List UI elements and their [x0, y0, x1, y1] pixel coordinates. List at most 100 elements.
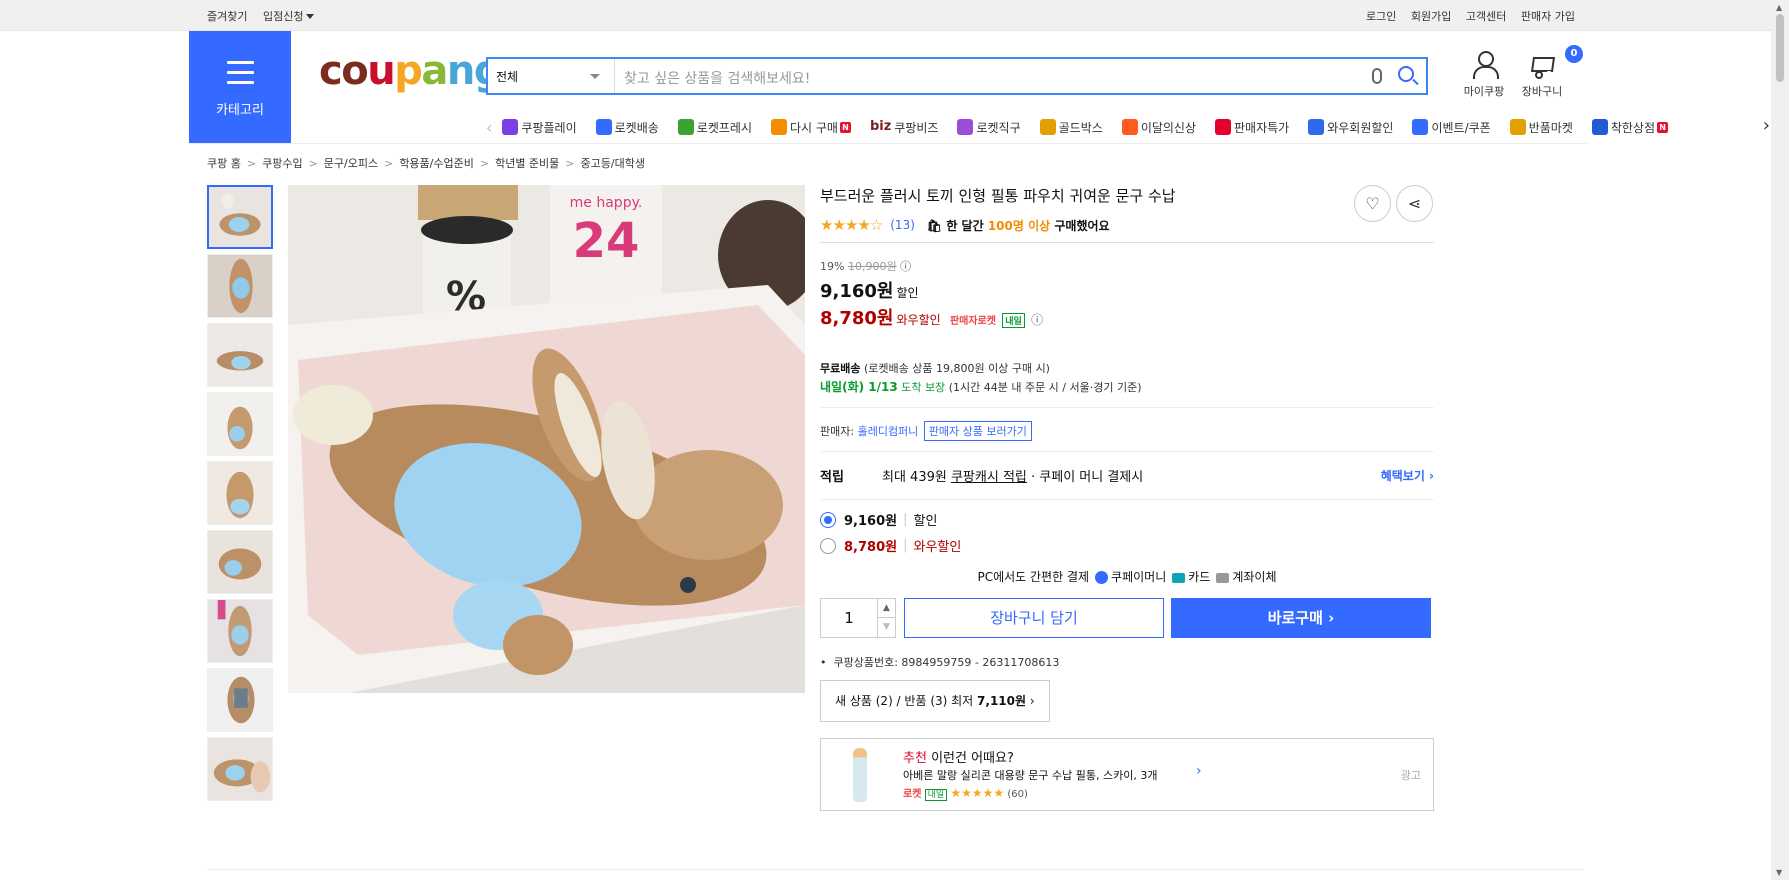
thumbnail[interactable] — [207, 254, 273, 318]
benefits-label: 혜택보기 — [1380, 469, 1425, 483]
play-icon — [502, 119, 519, 135]
decrease-icon[interactable]: ▼ — [877, 618, 895, 637]
nav-item[interactable]: 와우회원할인 — [1308, 119, 1393, 136]
nav-item[interactable]: 로켓프레시 — [677, 119, 752, 136]
new-return-label: 새 상품 (2) / 반품 (3) 최저 — [835, 694, 974, 708]
divider — [820, 242, 1434, 243]
thumbnail[interactable] — [207, 530, 273, 594]
nav-item-label: 반품마켓 — [1528, 120, 1573, 135]
radio-selected[interactable] — [820, 511, 836, 528]
thumbnail-list — [207, 185, 273, 806]
main-product-image: 24 me happy. % — [288, 185, 818, 693]
buy-now-label: 바로구매 — [1267, 609, 1323, 627]
signup-link[interactable]: 회원가입 — [1411, 10, 1451, 23]
review-count-link[interactable]: (13) — [890, 218, 915, 232]
nav-item[interactable]: 판매자특가 — [1215, 119, 1289, 136]
breadcrumb-item[interactable]: 문구/오피스 — [324, 157, 378, 170]
svg-text:24: 24 — [573, 213, 640, 269]
delivery-note: (1시간 44분 내 주문 시 / 서울·경기 기준) — [948, 381, 1142, 394]
breadcrumb-item[interactable]: 쿠팡수입 — [262, 157, 302, 170]
nav-prev-arrow-icon[interactable]: ‹ — [486, 118, 492, 137]
share-icon[interactable]: ⋖ — [1396, 185, 1433, 222]
quantity-value[interactable]: 1 — [844, 609, 854, 627]
seller-name-link[interactable]: 홀레디컴퍼니 — [858, 425, 919, 438]
recommend-item-name[interactable]: 아베른 말랑 실리콘 대용량 문구 수납 필통, 스카이, 3개 — [903, 767, 1157, 783]
add-to-cart-button[interactable]: 장바구니 담기 — [904, 598, 1164, 638]
nav-item[interactable]: 이벤트/쿠폰 — [1412, 119, 1491, 136]
breadcrumb-item[interactable]: 쿠팡 홈 — [207, 157, 241, 170]
nav-item[interactable]: 다시 구매 N — [770, 119, 851, 136]
seller-apply-link[interactable]: 입점신청 — [263, 10, 326, 23]
benefits-link[interactable]: 혜택보기 › — [1381, 467, 1434, 484]
nav-item[interactable]: 로켓배송 — [595, 119, 659, 136]
option-wow[interactable]: 8,780원 | 와우할인 — [820, 536, 1434, 555]
recommendation-card[interactable]: 추천 이런건 어때요? 아베른 말랑 실리콘 대용량 문구 수납 필통, 스카이… — [820, 738, 1434, 811]
nav-item[interactable]: 착한상점 N — [1591, 119, 1669, 136]
search-icon[interactable] — [1398, 66, 1414, 82]
customer-center-link[interactable]: 고객센터 — [1466, 10, 1506, 23]
chevron-right-icon[interactable]: › — [1196, 763, 1202, 779]
rating-row: ★★★★☆ (13) 🛍 한 달간 100명 이상 구매했어요 — [820, 216, 1434, 234]
coupang-cash-link[interactable]: 쿠팡캐시 적립 — [951, 466, 1027, 485]
seller-products-button[interactable]: 판매자 상품 보러가기 — [923, 421, 1032, 441]
thumbnail[interactable] — [207, 737, 273, 801]
bookmark-link[interactable]: 즐겨찾기 — [207, 10, 247, 23]
lowest-price: 7,110원 — [977, 694, 1027, 708]
mycoupang-label: 마이쿠팡 — [1463, 85, 1505, 98]
thumbnail[interactable] — [207, 323, 273, 387]
coupang-logo[interactable]: coupang — [319, 48, 502, 94]
nav-item[interactable]: biz 쿠팡비즈 — [870, 119, 939, 136]
nav-item[interactable]: 이달의신상 — [1121, 119, 1196, 136]
increase-icon[interactable]: ▲ — [877, 599, 895, 618]
buy-now-button[interactable]: 바로구매 › — [1171, 598, 1431, 638]
category-label: 카테고리 — [216, 103, 264, 118]
nav-item[interactable]: 쿠팡플레이 — [502, 119, 577, 136]
nav-next-arrow-icon[interactable]: › — [1763, 115, 1770, 136]
login-link[interactable]: 로그인 — [1366, 10, 1396, 23]
breadcrumb-separator-icon: > — [565, 157, 575, 170]
category-button[interactable]: 카테고리 — [189, 31, 291, 143]
product-title: 부드러운 플러시 토끼 인형 필통 파우치 귀여운 문구 수납 — [820, 187, 1176, 205]
breadcrumb-item[interactable]: 중고등/대학생 — [581, 157, 645, 170]
scrollbar[interactable]: ▲ ▼ — [1771, 0, 1789, 880]
thumbnail[interactable] — [207, 185, 273, 249]
search-category-select[interactable]: 전체 — [488, 59, 615, 93]
thumbnail[interactable] — [207, 668, 273, 732]
rocket-fresh-icon — [677, 119, 694, 135]
nav-item[interactable]: 반품마켓 — [1509, 119, 1573, 136]
chevron-down-icon — [590, 74, 600, 79]
nav-item[interactable]: 로켓직구 — [957, 119, 1021, 136]
microphone-icon[interactable] — [1372, 68, 1382, 84]
search-category-value: 전체 — [496, 70, 519, 84]
wishlist-heart-icon[interactable]: ♡ — [1354, 185, 1391, 222]
nav-item-label: 와우회원할인 — [1327, 120, 1394, 135]
scroll-up-arrow-icon[interactable]: ▲ — [1776, 3, 1782, 12]
recommend-product-image — [853, 748, 867, 802]
thumbnail[interactable] — [207, 461, 273, 525]
search-input[interactable]: 찾고 싶은 상품을 검색해보세요! — [624, 68, 810, 88]
scroll-down-arrow-icon[interactable]: ▼ — [1776, 868, 1782, 877]
mycoupang-button[interactable]: 마이쿠팡 — [1459, 51, 1509, 99]
thumbnail[interactable] — [207, 392, 273, 456]
breadcrumb-item[interactable]: 학용품/수업준비 — [399, 157, 474, 170]
cart-button[interactable]: 0 장바구니 — [1517, 45, 1583, 99]
sale-price: 9,160원 할인 — [820, 277, 1434, 303]
option-sale[interactable]: 9,160원 | 할인 — [820, 510, 1434, 529]
breadcrumb-item[interactable]: 학년별 준비물 — [495, 157, 559, 170]
new-return-options-button[interactable]: 새 상품 (2) / 반품 (3) 최저 7,110원 › — [820, 680, 1050, 722]
option-price: 8,780원 — [844, 540, 898, 555]
original-price: 10,900원 — [847, 260, 897, 273]
recommend-title-red: 추천 — [903, 751, 927, 766]
info-icon[interactable]: ⓘ — [900, 260, 911, 273]
radio-unselected[interactable] — [820, 537, 836, 554]
quantity-stepper[interactable]: 1 ▲ ▼ — [820, 598, 896, 638]
rocket-icon — [595, 119, 612, 135]
info-icon[interactable]: ⓘ — [1031, 313, 1043, 327]
scrollbar-thumb[interactable] — [1776, 14, 1784, 82]
nav-item-label: 이벤트/쿠폰 — [1431, 120, 1491, 135]
seller-signup-link[interactable]: 판매자 가입 — [1521, 10, 1575, 23]
seller-rocket-badge: 판매자로켓 — [949, 316, 996, 327]
divider — [207, 869, 1584, 870]
thumbnail[interactable] — [207, 599, 273, 663]
nav-item[interactable]: 골드박스 — [1039, 119, 1103, 136]
